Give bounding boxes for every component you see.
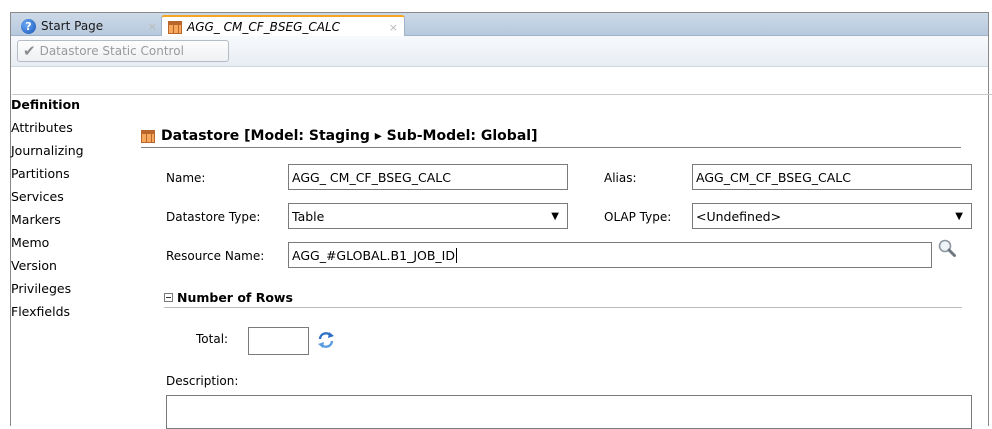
datastore-static-control-button[interactable]: ✔ Datastore Static Control [17, 40, 229, 62]
chevron-down-icon: ▼ [955, 210, 963, 222]
tab-strip: ? Start Page × AGG_ CM_CF_BSEG_CALC × [11, 13, 988, 37]
alias-value: AGG_CM_CF_BSEG_CALC [696, 169, 851, 185]
resource-name-value: AGG_#GLOBAL.B1_JOB_ID [292, 247, 455, 263]
checkmark-icon: ✔ [23, 42, 36, 60]
search-icon[interactable] [937, 238, 957, 258]
sidebar-item-journalizing[interactable]: Journalizing [8, 139, 120, 162]
datastore-static-control-label: Datastore Static Control [39, 44, 184, 58]
refresh-icon[interactable] [316, 330, 336, 350]
page-title-text: Datastore [Model: Staging ▸ Sub-Model: G… [161, 128, 538, 144]
datastore-grid-icon [141, 129, 155, 143]
sidebar-item-definition[interactable]: Definition [8, 93, 120, 116]
rows-section-header[interactable]: Number of Rows [164, 287, 962, 308]
sidebar-item-flexfields[interactable]: Flexfields [8, 300, 120, 323]
tab-datastore-label: AGG_ CM_CF_BSEG_CALC [187, 20, 341, 34]
sidebar-item-version[interactable]: Version [8, 254, 120, 277]
olap-type-label: OLAP Type: [604, 210, 672, 224]
close-icon[interactable]: × [389, 21, 398, 34]
sidebar-item-services[interactable]: Services [8, 185, 120, 208]
sidebar-item-partitions[interactable]: Partitions [8, 162, 120, 185]
description-label: Description: [166, 374, 239, 388]
panel-divider [12, 94, 992, 95]
tab-start-page-label: Start Page [41, 19, 104, 33]
total-label: Total: [196, 332, 229, 346]
chevron-down-icon: ▼ [551, 210, 559, 222]
datastore-type-label: Datastore Type: [166, 210, 261, 224]
resource-name-label: Resource Name: [166, 249, 265, 263]
sidebar-item-markers[interactable]: Markers [8, 208, 120, 231]
olap-type-value: <Undefined> [696, 208, 782, 224]
close-icon[interactable]: × [148, 20, 157, 33]
sidebar-item-privileges[interactable]: Privileges [8, 277, 120, 300]
page-title: Datastore [Model: Staging ▸ Sub-Model: G… [141, 125, 961, 148]
sidebar-item-memo[interactable]: Memo [8, 231, 120, 254]
datastore-type-value: Table [292, 208, 325, 224]
alias-label: Alias: [604, 171, 637, 185]
olap-type-select[interactable]: <Undefined> ▼ [692, 203, 972, 229]
name-field[interactable]: AGG_ CM_CF_BSEG_CALC [288, 164, 568, 190]
help-icon: ? [21, 18, 36, 34]
resource-name-field[interactable]: AGG_#GLOBAL.B1_JOB_ID [288, 242, 932, 268]
text-cursor [455, 247, 457, 263]
datastore-type-select[interactable]: Table ▼ [288, 203, 568, 229]
tab-datastore[interactable]: AGG_ CM_CF_BSEG_CALC × [161, 15, 405, 37]
toolbar: ✔ Datastore Static Control [11, 36, 988, 67]
total-field[interactable] [248, 327, 309, 355]
tab-start-page[interactable]: ? Start Page × [15, 16, 163, 36]
alias-field[interactable]: AGG_CM_CF_BSEG_CALC [692, 164, 972, 190]
datastore-grid-icon [168, 20, 182, 34]
name-label: Name: [166, 171, 206, 185]
description-textarea[interactable] [166, 395, 972, 429]
collapse-icon[interactable] [164, 292, 173, 302]
sidebar-nav: Definition Attributes Journalizing Parti… [8, 93, 120, 323]
rows-section-label: Number of Rows [177, 289, 293, 305]
sidebar-item-attributes[interactable]: Attributes [8, 116, 120, 139]
name-value: AGG_ CM_CF_BSEG_CALC [292, 169, 451, 185]
